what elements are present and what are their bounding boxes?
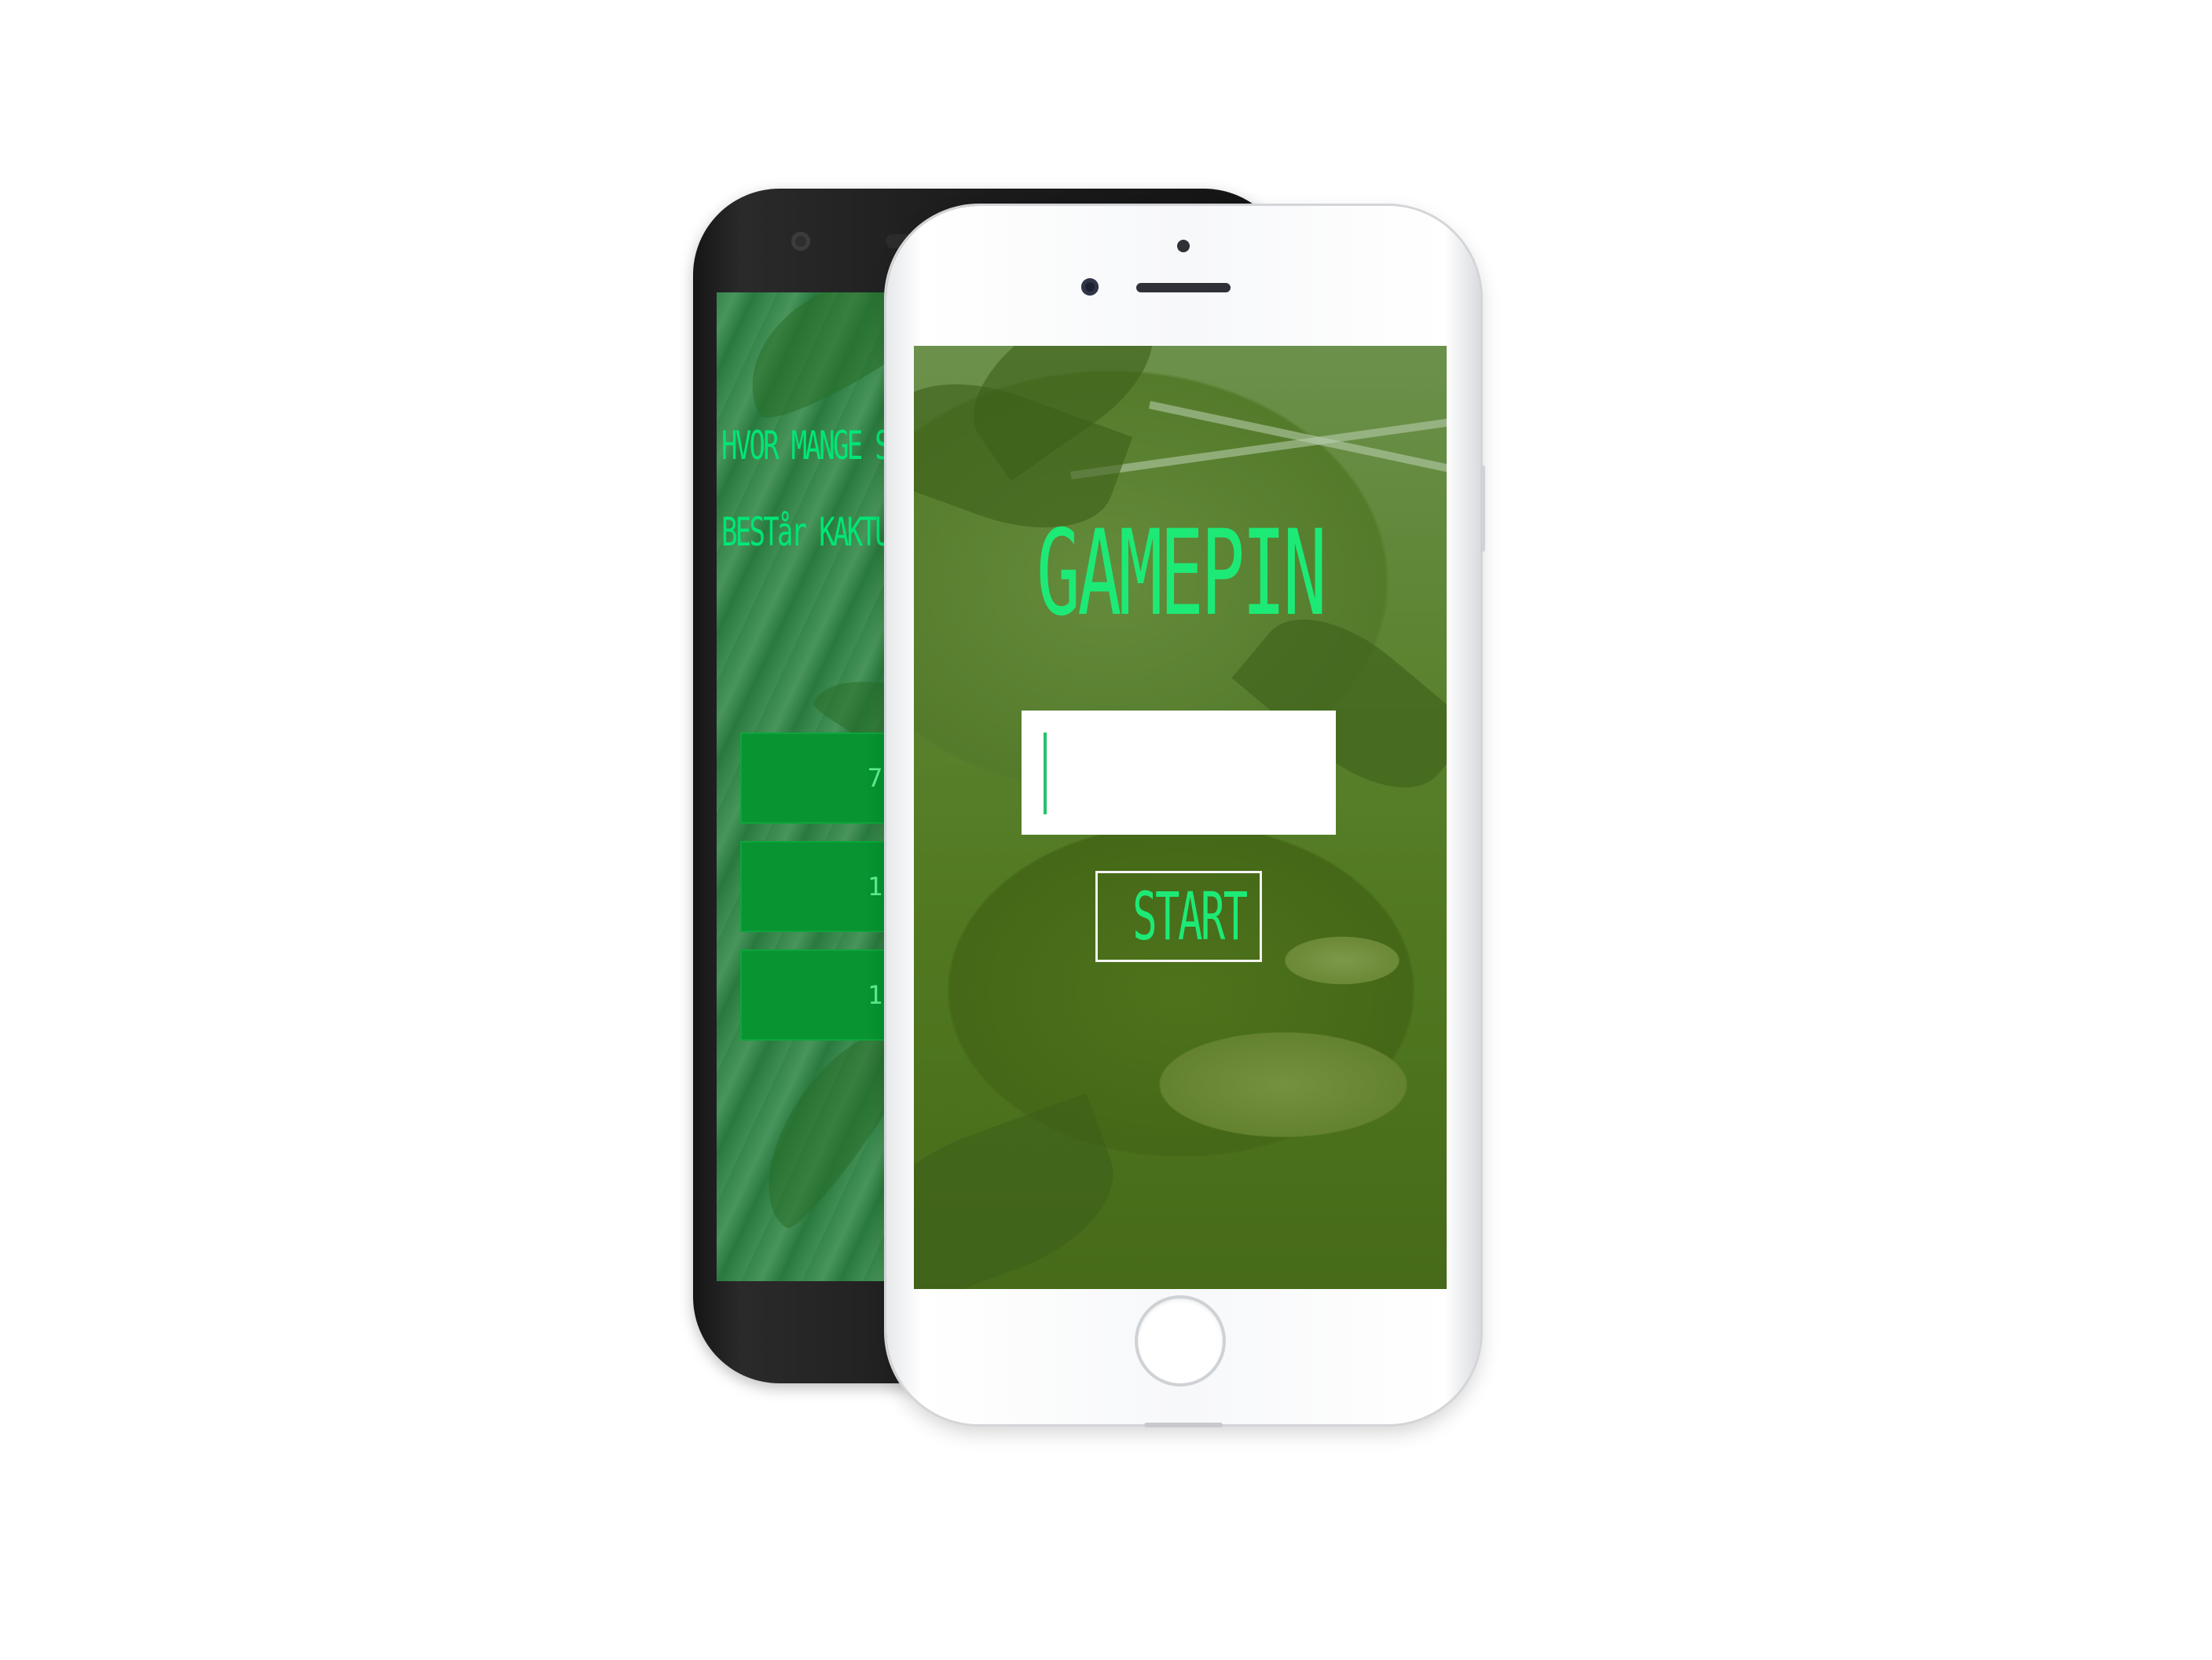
front-camera-icon [1081, 278, 1099, 296]
camera-icon [791, 232, 810, 251]
start-button[interactable]: START [1095, 871, 1262, 962]
app-title: GAMEPIN [1036, 505, 1327, 642]
foliage-decoration [914, 1093, 1135, 1289]
gamepin-screen: GAMEPIN START [914, 346, 1447, 1289]
speaker-icon [1136, 283, 1231, 292]
mockup-stage: HVOR MANGE SL BESTår KAKTUS 77 11 13 GAM… [0, 0, 2212, 1660]
start-button-label: START [1132, 878, 1248, 955]
iphone-phone: GAMEPIN START [886, 206, 1485, 1427]
home-button[interactable] [1138, 1298, 1223, 1383]
side-button [1480, 465, 1485, 552]
text-caret [1044, 733, 1047, 814]
bottom-port [1144, 1423, 1223, 1427]
gamepin-input[interactable] [1022, 711, 1336, 835]
proximity-sensor-icon [1177, 240, 1190, 252]
